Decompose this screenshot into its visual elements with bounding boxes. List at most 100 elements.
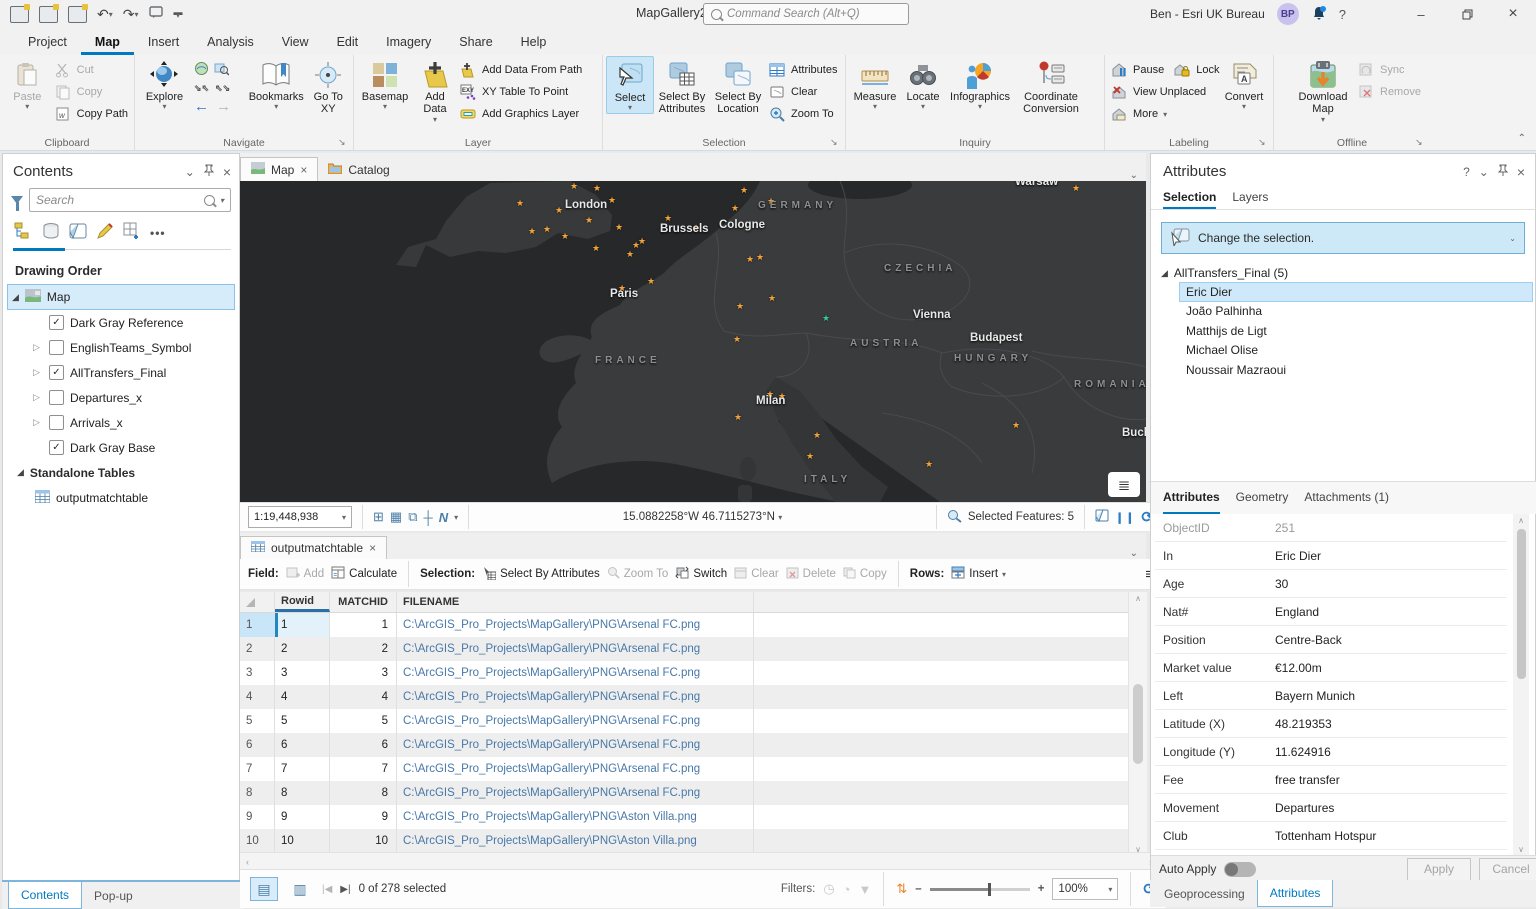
- table-row[interactable]: 5 5 5 C:\ArcGIS_Pro_Projects\MapGallery\…: [240, 709, 1128, 733]
- column-header-matchid[interactable]: MATCHID: [330, 592, 397, 612]
- select-all-corner[interactable]: [240, 592, 275, 612]
- filename-cell[interactable]: C:\ArcGIS_Pro_Projects\MapGallery\PNG\Ar…: [397, 733, 754, 757]
- rowid-cell[interactable]: 9: [275, 805, 330, 829]
- locate-button[interactable]: Locate▾: [901, 56, 945, 112]
- field-value[interactable]: 251: [1275, 521, 1507, 535]
- tab-project[interactable]: Project: [14, 31, 81, 55]
- table-row[interactable]: 9 9 9 C:\ArcGIS_Pro_Projects\MapGallery\…: [240, 805, 1128, 829]
- pause-map-drawing-icon[interactable]: ❙❙: [1115, 511, 1135, 524]
- attribute-field-row[interactable]: ObjectID 251: [1155, 514, 1507, 542]
- fixed-zoom-icon[interactable]: [214, 61, 229, 79]
- tree-item-map[interactable]: ◢ Map: [7, 284, 235, 310]
- view-tab-catalog[interactable]: Catalog: [318, 158, 399, 181]
- attribute-field-row[interactable]: Latitude (X) 48.219353: [1155, 710, 1507, 738]
- map-overlay-attribute-button[interactable]: ≣: [1108, 472, 1140, 497]
- field-value[interactable]: Tottenham Hotspur: [1275, 829, 1507, 843]
- matchid-cell[interactable]: 6: [330, 733, 397, 757]
- north-arrow-chevron-icon[interactable]: ▾: [454, 513, 458, 522]
- contents-more-tabs-icon[interactable]: •••: [150, 226, 166, 240]
- lock-labeling-button[interactable]: Lock: [1174, 61, 1219, 79]
- redo-button[interactable]: ↷▾: [123, 7, 139, 21]
- table-row[interactable]: 3 3 3 C:\ArcGIS_Pro_Projects\MapGallery\…: [240, 661, 1128, 685]
- tab-insert[interactable]: Insert: [134, 31, 193, 55]
- signed-in-user[interactable]: Ben - Esri UK Bureau: [1150, 7, 1265, 21]
- rowid-cell[interactable]: 2: [275, 637, 330, 661]
- table-row[interactable]: 1 1 1 C:\ArcGIS_Pro_Projects\MapGallery\…: [240, 613, 1128, 637]
- table-row[interactable]: 4 4 4 C:\ArcGIS_Pro_Projects\MapGallery\…: [240, 685, 1128, 709]
- filename-cell[interactable]: C:\ArcGIS_Pro_Projects\MapGallery\PNG\As…: [397, 805, 754, 829]
- attributes-menu-chevron-icon[interactable]: ⌄: [1479, 165, 1489, 179]
- tab-share[interactable]: Share: [445, 31, 506, 55]
- tab-edit[interactable]: Edit: [323, 31, 373, 55]
- list-by-data-source-icon[interactable]: [42, 222, 60, 243]
- zoom-in-fixed-icon[interactable]: ⇘⇖: [194, 83, 209, 94]
- convert-labels-button[interactable]: A Convert▾: [1218, 56, 1270, 112]
- field-value[interactable]: 11.624916: [1275, 745, 1507, 759]
- tree-item-layer[interactable]: ▷ EnglishTeams_Symbol: [3, 335, 239, 360]
- close-map-view-icon[interactable]: ×: [300, 163, 307, 177]
- filename-cell[interactable]: C:\ArcGIS_Pro_Projects\MapGallery\PNG\Ar…: [397, 709, 754, 733]
- standalone-expander-icon[interactable]: ◢: [17, 467, 24, 478]
- collapse-ribbon-icon[interactable]: ⌃: [1518, 133, 1526, 144]
- row-number-cell[interactable]: 8: [240, 781, 275, 805]
- rowid-cell[interactable]: 4: [275, 685, 330, 709]
- add-data-from-path-button[interactable]: Add Data From Path: [460, 61, 582, 79]
- filename-cell[interactable]: C:\ArcGIS_Pro_Projects\MapGallery\PNG\Ar…: [397, 613, 754, 637]
- row-number-cell[interactable]: 9: [240, 805, 275, 829]
- contents-menu-chevron-icon[interactable]: ⌄: [185, 165, 195, 179]
- layer-expander-icon[interactable]: ▷: [33, 417, 43, 428]
- copy-rows-button[interactable]: Copy: [843, 567, 887, 582]
- calculate-field-button[interactable]: =Calculate: [331, 566, 397, 582]
- map-coordinates[interactable]: 15.0882258°W 46.7115273°N ▾: [479, 511, 926, 523]
- go-to-xy-button[interactable]: Go To XY: [306, 56, 350, 116]
- close-table-icon[interactable]: ×: [369, 541, 376, 555]
- notifications-history-icon[interactable]: [149, 6, 164, 22]
- switch-selection-button[interactable]: Switch: [675, 566, 727, 582]
- tab-view[interactable]: View: [268, 31, 323, 55]
- attributes-close-icon[interactable]: ×: [1517, 164, 1525, 180]
- tree-item-layer[interactable]: ▷ Arrivals_x: [3, 410, 239, 435]
- table-tabs-chevron-icon[interactable]: ⌄: [1122, 548, 1146, 559]
- tree-item-layer[interactable]: ▷ Dark Gray Base: [3, 435, 239, 460]
- map-canvas[interactable]: ★★★★★★★★★★★★★★★★★★★★★★★★★★★★★★★★★★★ Lond…: [240, 181, 1146, 502]
- zoom-in-table-icon[interactable]: +: [1038, 883, 1045, 895]
- table-row[interactable]: 6 6 6 C:\ArcGIS_Pro_Projects\MapGallery\…: [240, 733, 1128, 757]
- download-map-button[interactable]: Download Map▾: [1291, 56, 1355, 125]
- table-vertical-scrollbar[interactable]: ∧∨: [1128, 592, 1147, 856]
- close-button[interactable]: ×: [1490, 0, 1536, 28]
- dock-tab-attributes[interactable]: Attributes: [1257, 880, 1334, 907]
- table-zoom-percent[interactable]: 100%▾: [1052, 878, 1118, 900]
- feature-list-item[interactable]: Eric Dier: [1179, 282, 1533, 302]
- contents-search-chevron-icon[interactable]: ▾: [220, 196, 224, 205]
- new-project-icon[interactable]: [10, 6, 29, 23]
- list-by-snapping-icon[interactable]: [123, 222, 141, 243]
- list-by-drawing-order-icon[interactable]: [13, 222, 33, 243]
- cut-button[interactable]: Cut: [55, 61, 128, 79]
- selection-zoom-icon[interactable]: [947, 509, 962, 526]
- rowid-cell[interactable]: 6: [275, 733, 330, 757]
- dock-tab-geoprocessing[interactable]: Geoprocessing: [1152, 880, 1257, 907]
- form-view-button[interactable]: ▥: [286, 877, 314, 901]
- map-expander-icon[interactable]: ◢: [12, 292, 19, 303]
- command-search-input[interactable]: Command Search (Alt+Q): [703, 3, 909, 25]
- copy-path-button[interactable]: wCopy Path: [55, 105, 128, 123]
- offline-dialog-launcher[interactable]: ↘: [1415, 137, 1427, 148]
- fields-scrollbar[interactable]: ∧∨: [1513, 514, 1529, 856]
- navigate-dialog-launcher[interactable]: ↘: [338, 137, 350, 148]
- filename-cell[interactable]: C:\ArcGIS_Pro_Projects\MapGallery\PNG\Ar…: [397, 781, 754, 805]
- attributes-pin-icon[interactable]: [1498, 164, 1508, 179]
- table-zoom-slider[interactable]: [930, 888, 1030, 891]
- add-data-button[interactable]: Add Data▾: [413, 56, 457, 125]
- rowid-cell[interactable]: 10: [275, 829, 330, 852]
- attribute-field-row[interactable]: Position Centre-Back: [1155, 626, 1507, 654]
- attribute-field-row[interactable]: Movement Departures: [1155, 794, 1507, 822]
- pause-drawing-icon[interactable]: ⧉: [408, 509, 417, 525]
- layer-expander-icon[interactable]: ▷: [33, 342, 43, 353]
- matchid-cell[interactable]: 9: [330, 805, 397, 829]
- column-header-filename[interactable]: FILENAME: [397, 592, 754, 612]
- attributes-button[interactable]: Attributes: [769, 61, 837, 79]
- detail-tab-geometry[interactable]: Geometry: [1236, 490, 1289, 514]
- tab-imagery[interactable]: Imagery: [372, 31, 445, 55]
- copy-button[interactable]: Copy: [55, 83, 128, 101]
- apply-button[interactable]: Apply: [1407, 858, 1471, 881]
